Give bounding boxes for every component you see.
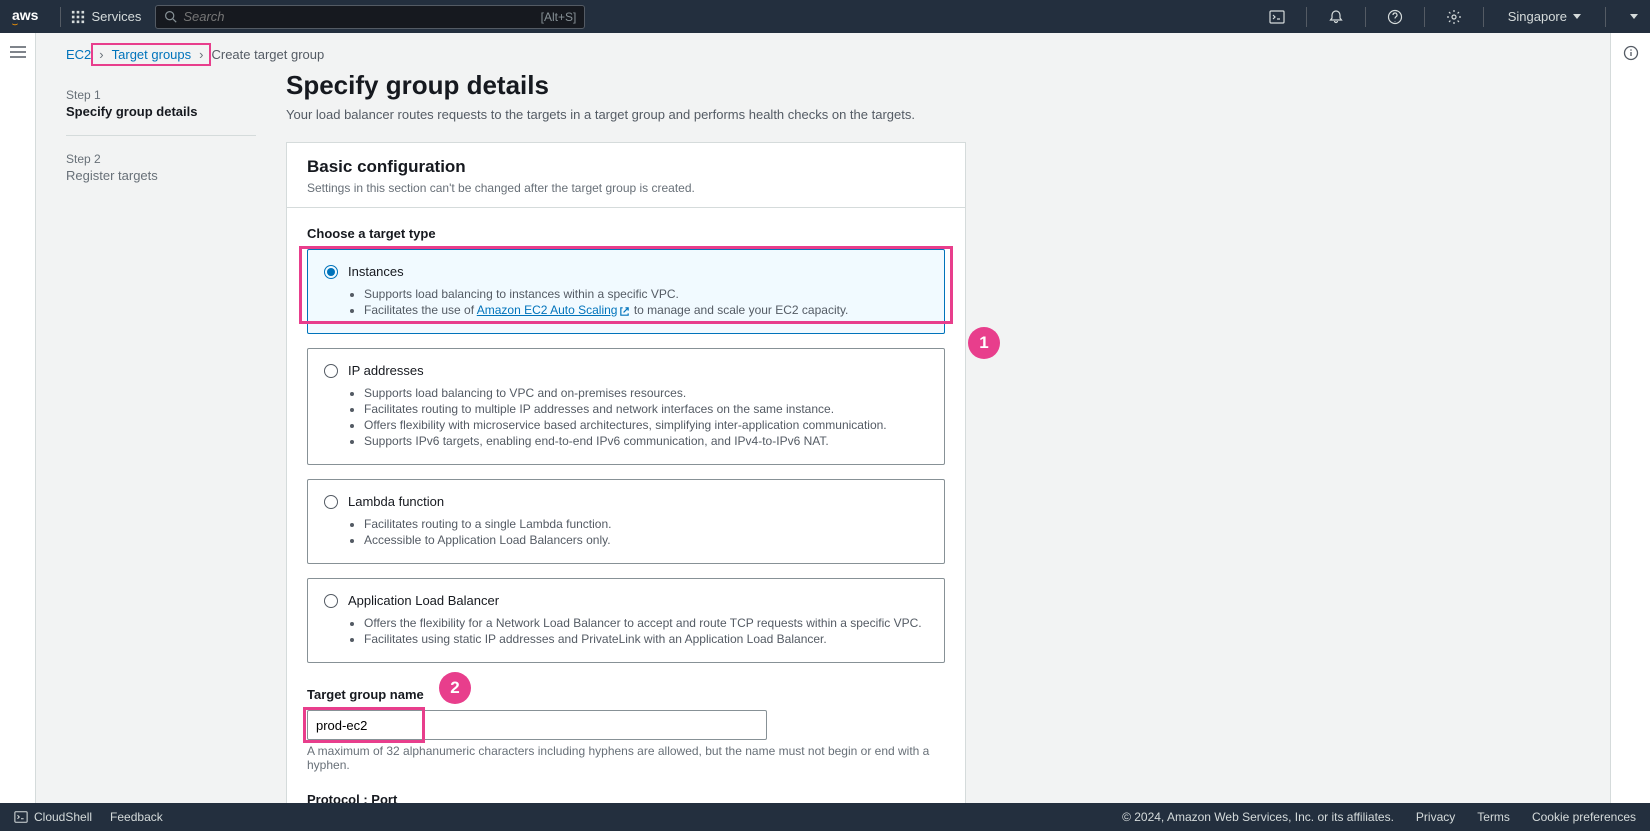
search-hint: [Alt+S] xyxy=(541,10,577,24)
settings-button[interactable] xyxy=(1439,2,1469,32)
target-type-label: Choose a target type xyxy=(307,226,945,241)
chevron-down-icon xyxy=(1573,14,1581,19)
feedback-link[interactable]: Feedback xyxy=(110,810,163,824)
cloudshell-link[interactable]: CloudShell xyxy=(14,810,92,824)
divider xyxy=(60,7,61,27)
right-rail xyxy=(1610,33,1650,803)
panel-title: Basic configuration xyxy=(307,157,945,177)
breadcrumb-target-groups[interactable]: Target groups xyxy=(112,47,192,62)
breadcrumb-ec2[interactable]: EC2 xyxy=(66,47,91,62)
aws-smile-icon: ⌣ xyxy=(12,23,38,26)
top-nav: aws ⌣ Services [Alt+S] Singapore xyxy=(0,0,1650,33)
wizard-step-1[interactable]: Step 1 Specify group details xyxy=(66,80,256,127)
target-type-instances[interactable]: Instances Supports load balancing to ins… xyxy=(307,249,945,334)
external-link-icon xyxy=(619,306,630,317)
search-input[interactable] xyxy=(183,9,540,24)
region-selector[interactable]: Singapore xyxy=(1498,9,1591,24)
radio-icon xyxy=(324,495,338,509)
annotation-badge-1: 1 xyxy=(968,327,1000,359)
help-button[interactable] xyxy=(1380,2,1410,32)
search-box[interactable]: [Alt+S] xyxy=(155,5,585,29)
services-button[interactable]: Services xyxy=(71,9,141,24)
bell-icon xyxy=(1328,9,1344,25)
chevron-down-icon xyxy=(1630,14,1638,19)
breadcrumb-current: Create target group xyxy=(211,47,324,62)
chevron-right-icon: › xyxy=(99,47,103,62)
protocol-port-label: Protocol : Port xyxy=(307,792,945,803)
target-type-lambda[interactable]: Lambda function Facilitates routing to a… xyxy=(307,479,945,564)
tg-name-helper: A maximum of 32 alphanumeric characters … xyxy=(307,744,945,772)
annotation-badge-2: 2 xyxy=(439,672,471,704)
grid-icon xyxy=(71,10,85,24)
radio-icon xyxy=(324,265,338,279)
terminal-icon xyxy=(1269,9,1285,25)
wizard-step-2[interactable]: Step 2 Register targets xyxy=(66,144,256,191)
auto-scaling-link[interactable]: Amazon EC2 Auto Scaling xyxy=(477,303,631,317)
terms-link[interactable]: Terms xyxy=(1477,810,1510,824)
info-icon xyxy=(1623,45,1639,61)
aws-logo[interactable]: aws ⌣ xyxy=(12,7,38,26)
page-description: Your load balancer routes requests to th… xyxy=(286,107,966,122)
basic-config-panel: Basic configuration Settings in this sec… xyxy=(286,142,966,803)
breadcrumb: EC2 › Target groups › Create target grou… xyxy=(36,33,1610,70)
target-type-alb[interactable]: Application Load Balancer Offers the fle… xyxy=(307,578,945,663)
chevron-right-icon: › xyxy=(199,47,203,62)
wizard-steps: Step 1 Specify group details Step 2 Regi… xyxy=(66,70,256,803)
gear-icon xyxy=(1446,9,1462,25)
cookie-prefs-link[interactable]: Cookie preferences xyxy=(1532,810,1636,824)
hamburger-icon xyxy=(10,45,26,59)
search-icon xyxy=(164,10,177,23)
help-panel-toggle[interactable] xyxy=(1623,45,1639,64)
left-rail xyxy=(0,33,36,803)
radio-icon xyxy=(324,364,338,378)
menu-toggle[interactable] xyxy=(10,45,26,62)
panel-subtitle: Settings in this section can't be change… xyxy=(307,181,945,195)
target-group-name-input[interactable] xyxy=(307,710,767,740)
target-type-ip[interactable]: IP addresses Supports load balancing to … xyxy=(307,348,945,465)
copyright: © 2024, Amazon Web Services, Inc. or its… xyxy=(1122,810,1394,824)
account-menu[interactable] xyxy=(1620,14,1638,19)
page-title: Specify group details xyxy=(286,70,966,101)
content-area: EC2 › Target groups › Create target grou… xyxy=(36,33,1610,803)
radio-icon xyxy=(324,594,338,608)
tg-name-label: Target group name xyxy=(307,687,945,702)
privacy-link[interactable]: Privacy xyxy=(1416,810,1455,824)
cloudshell-icon-button[interactable] xyxy=(1262,2,1292,32)
terminal-icon xyxy=(14,810,28,824)
notifications-button[interactable] xyxy=(1321,2,1351,32)
footer: CloudShell Feedback © 2024, Amazon Web S… xyxy=(0,803,1650,831)
help-icon xyxy=(1387,9,1403,25)
